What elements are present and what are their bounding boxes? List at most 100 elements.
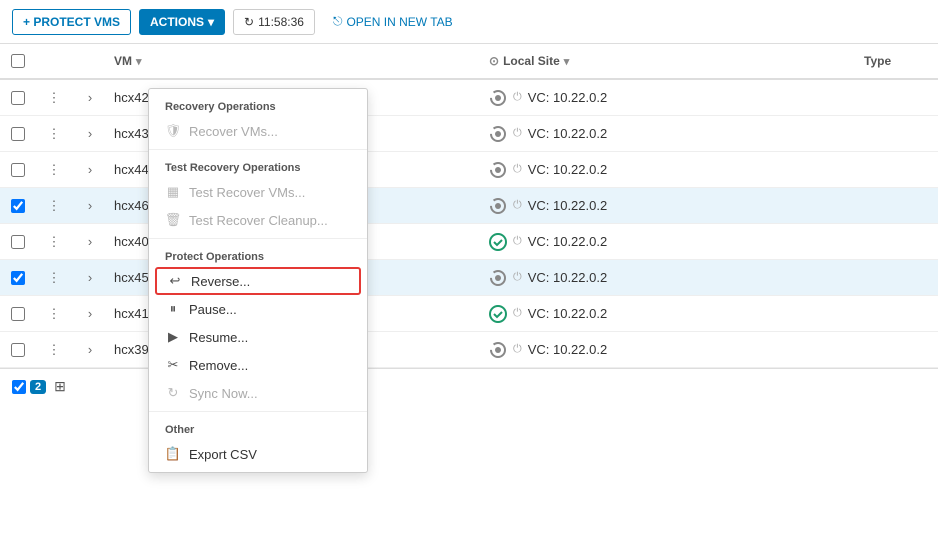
menu-item-label: Sync Now... [189,386,258,401]
refresh-icon: ↻ [244,15,254,29]
main-content: VM ▾ ⊙ Local Site ▾ Type ⋮ › hcx42 ⏻ VC:… [0,44,938,404]
site-text: VC: 10.22.0.2 [528,90,608,105]
row-expand-chevron[interactable]: › [72,120,108,147]
open-new-tab-label: OPEN IN NEW TAB [346,15,452,29]
row-actions-dots[interactable]: ⋮ [36,300,72,328]
status-icon [489,125,507,143]
menu-item-label: Remove... [189,358,248,373]
status-icon [489,89,507,107]
row-checkbox-cell[interactable] [0,265,36,291]
menu-item-remove[interactable]: ✂ Remove... [149,351,367,379]
header-checkbox-cell[interactable] [0,46,36,76]
site-power-icon: ⏻ [513,91,522,104]
row-expand-chevron[interactable]: › [72,300,108,327]
row-checkbox[interactable] [11,163,25,177]
row-expand-chevron[interactable]: › [72,192,108,219]
grid-view-icon[interactable]: ⊞ [54,378,66,395]
row-actions-dots[interactable]: ⋮ [36,336,72,364]
row-expand-chevron[interactable]: › [72,228,108,255]
menu-item-sync-now: ↻ Sync Now... [149,379,367,407]
table-body: ⋮ › hcx42 ⏻ VC: 10.22.0.2 ⋮ › hcx43 ⏻ VC… [0,80,938,368]
status-icon [489,341,507,359]
row-expand-chevron[interactable]: › [72,264,108,291]
actions-button[interactable]: ACTIONS ▾ [139,9,225,35]
site-power-icon: ⏻ [513,163,522,176]
row-actions-dots[interactable]: ⋮ [36,120,72,148]
footer-bar: 2 ⊞ [0,368,938,404]
new-tab-icon: ⎋ [333,14,343,29]
menu-item-resume[interactable]: ▶ Resume... [149,323,367,351]
row-local-site: ⏻ VC: 10.22.0.2 [483,155,858,185]
select-all-checkbox[interactable] [11,54,25,68]
site-power-icon: ⏻ [513,199,522,212]
table-row: ⋮ › hcx43 ⏻ VC: 10.22.0.2 [0,116,938,152]
menu-item-export-csv[interactable]: 📋 Export CSV [149,440,367,468]
row-type [858,272,938,284]
selected-badge: 2 [12,380,46,394]
protect-vms-button[interactable]: + PROTECT VMS [12,9,131,35]
site-text: VC: 10.22.0.2 [528,234,608,249]
menu-item-recover-vms: 🛡 Recover VMs... [149,117,367,145]
row-local-site: ⏻ VC: 10.22.0.2 [483,83,858,113]
menu-divider [149,411,367,412]
row-checkbox[interactable] [11,343,25,357]
row-checkbox[interactable] [11,127,25,141]
trash-icon: 🗑 [165,212,181,228]
row-type [858,308,938,320]
row-type [858,344,938,356]
menu-item-reverse[interactable]: ↩ Reverse... [155,267,361,295]
row-actions-dots[interactable]: ⋮ [36,156,72,184]
menu-item-test-recover-cleanup: 🗑 Test Recover Cleanup... [149,206,367,234]
status-icon [489,233,507,251]
row-type [858,92,938,104]
reverse-icon: ↩ [167,273,183,289]
menu-item-label: Test Recover Cleanup... [189,213,328,228]
row-checkbox-cell[interactable] [0,85,36,111]
menu-item-pause[interactable]: ⏸ Pause... [149,295,367,323]
row-checkbox-cell[interactable] [0,193,36,219]
row-type [858,200,938,212]
row-checkbox-cell[interactable] [0,121,36,147]
footer-checkbox[interactable] [12,380,26,394]
table-row: ⋮ › hcx46 ⏻ VC: 10.22.0.2 [0,188,938,224]
menu-item-label: Recover VMs... [189,124,278,139]
row-checkbox[interactable] [11,199,25,213]
actions-label: ACTIONS [150,15,204,29]
table-row: ⋮ › hcx40 ⏻ VC: 10.22.0.2 [0,224,938,260]
row-actions-dots[interactable]: ⋮ [36,192,72,220]
local-site-filter-icon[interactable]: ▾ [564,55,570,68]
row-actions-dots[interactable]: ⋮ [36,228,72,256]
row-expand-chevron[interactable]: › [72,84,108,111]
row-actions-dots[interactable]: ⋮ [36,84,72,112]
time-button[interactable]: ↻ 11:58:36 [233,9,315,35]
row-checkbox-cell[interactable] [0,301,36,327]
menu-item-label: Reverse... [191,274,250,289]
menu-divider [149,149,367,150]
chevron-down-icon: ▾ [208,15,214,29]
row-checkbox[interactable] [11,91,25,105]
row-local-site: ⏻ VC: 10.22.0.2 [483,263,858,293]
vm-filter-icon[interactable]: ▾ [136,55,142,68]
row-checkbox[interactable] [11,307,25,321]
row-expand-chevron[interactable]: › [72,336,108,363]
row-checkbox[interactable] [11,271,25,285]
site-power-icon: ⏻ [513,235,522,248]
menu-section-protect-operations: Protect Operations [149,243,367,267]
row-local-site: ⏻ VC: 10.22.0.2 [483,191,858,221]
site-text: VC: 10.22.0.2 [528,306,608,321]
row-checkbox-cell[interactable] [0,229,36,255]
site-power-icon: ⏻ [513,343,522,356]
table-row: ⋮ › hcx44 ⏻ VC: 10.22.0.2 [0,152,938,188]
row-expand-chevron[interactable]: › [72,156,108,183]
status-icon [489,269,507,287]
row-checkbox-cell[interactable] [0,337,36,363]
open-new-tab-button[interactable]: ⎋ OPEN IN NEW TAB [323,9,463,34]
th-expand [72,53,108,69]
site-text: VC: 10.22.0.2 [528,342,608,357]
row-checkbox[interactable] [11,235,25,249]
menu-section-recovery-operations: Recovery Operations [149,93,367,117]
menu-divider [149,238,367,239]
row-actions-dots[interactable]: ⋮ [36,264,72,292]
row-checkbox-cell[interactable] [0,157,36,183]
table-row: ⋮ › hcx45 ⏻ VC: 10.22.0.2 [0,260,938,296]
